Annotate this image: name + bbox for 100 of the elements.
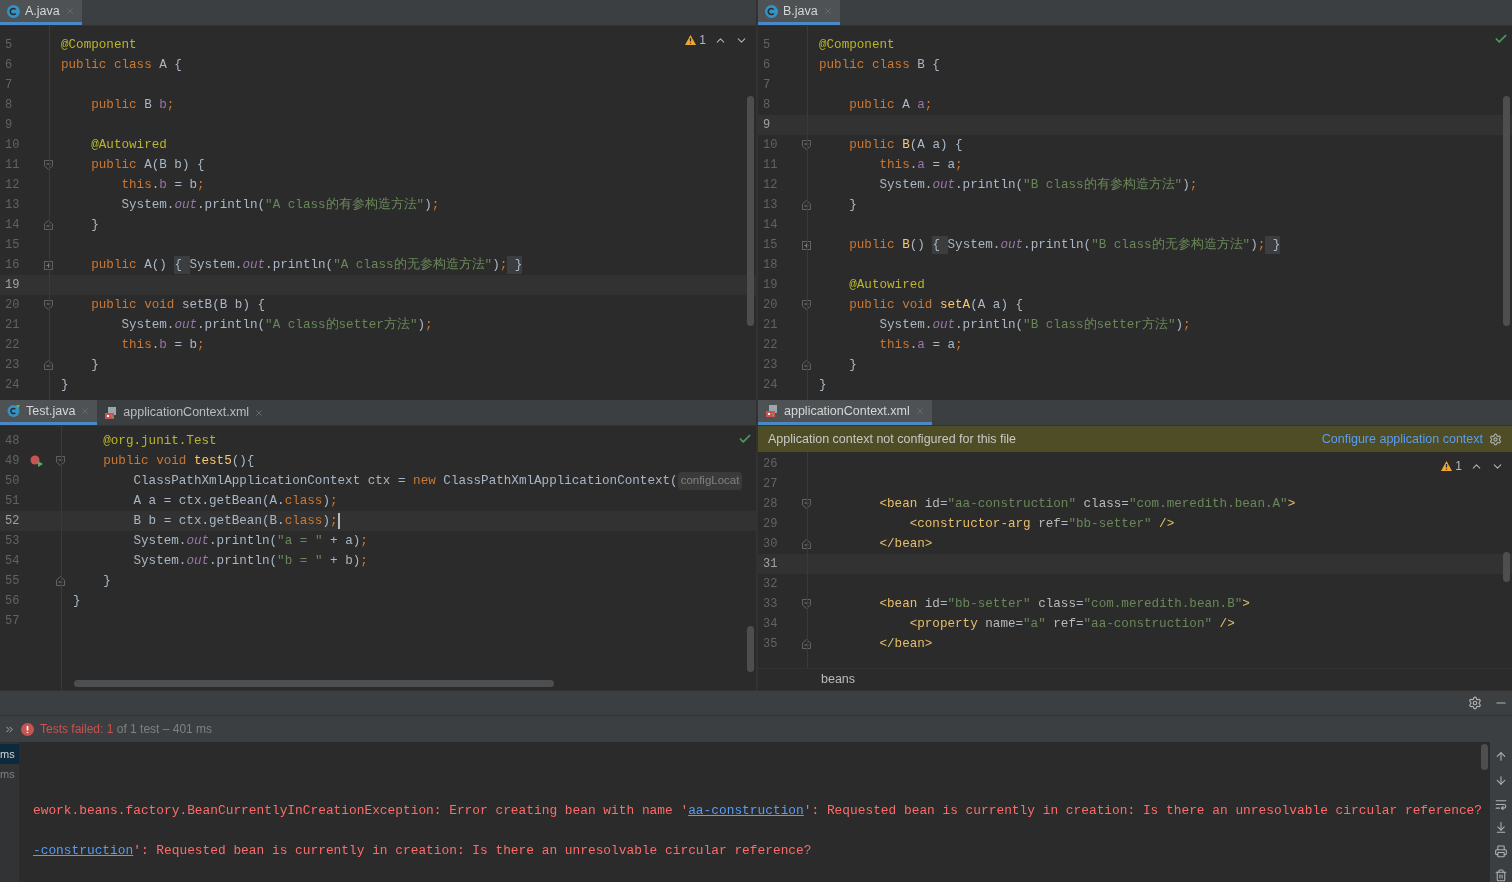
test-tree-item[interactable]: ms <box>0 744 19 764</box>
test-tree-item[interactable]: ms <box>0 764 19 784</box>
line-number: 20 <box>762 297 779 314</box>
fold-icon[interactable] <box>802 539 811 549</box>
fold-icon[interactable] <box>56 456 65 466</box>
scrollbar-thumb[interactable] <box>747 96 754 326</box>
code-line: A a = ctx.getBean(A.class); <box>132 492 338 510</box>
breadcrumb[interactable]: beans <box>821 670 856 689</box>
code-line: } <box>848 196 857 214</box>
editor-tab[interactable]: B.java <box>758 0 840 25</box>
line-number: 33 <box>762 596 779 613</box>
fold-icon[interactable] <box>44 160 53 170</box>
editor-tab[interactable]: applicationContext.xml <box>97 400 272 425</box>
editor-tab[interactable]: Test.java <box>0 400 98 425</box>
code-line: this.b = b; <box>120 176 205 194</box>
line-number: 6 <box>4 57 14 74</box>
editor-tab[interactable]: applicationContext.xml <box>758 400 932 425</box>
warning-count[interactable]: 1 <box>1455 457 1462 475</box>
fold-icon[interactable] <box>44 360 53 370</box>
fold-icon[interactable] <box>44 300 53 310</box>
line-number: 19 <box>762 277 779 294</box>
print-icon[interactable] <box>1494 845 1508 859</box>
line-number: 9 <box>4 117 14 134</box>
line-number: 24 <box>762 377 779 394</box>
scrollbar-thumb[interactable] <box>1503 552 1510 582</box>
fold-icon[interactable] <box>802 140 811 150</box>
trash-icon[interactable] <box>1494 869 1508 882</box>
fold-icon[interactable] <box>802 599 811 609</box>
tab-label: Test.java <box>26 402 76 420</box>
settings-icon[interactable] <box>1489 432 1502 446</box>
settings-icon[interactable] <box>1468 696 1482 710</box>
line-number: 8 <box>4 97 14 114</box>
line-number: 12 <box>4 177 21 194</box>
expand-icon[interactable] <box>44 260 53 270</box>
code-line: public A(B b) { <box>90 156 205 174</box>
fold-icon[interactable] <box>56 576 65 586</box>
code-line: <property name="a" ref="aa-construction" /> <box>908 615 1235 633</box>
code-line: System.out.println("A class的有参构造方法"); <box>120 196 440 214</box>
scroll-to-end-icon[interactable] <box>1494 821 1508 835</box>
fold-icon[interactable] <box>802 300 811 310</box>
code-line: B b = ctx.getBean(B.class); <box>132 512 338 530</box>
run-test-failed-icon[interactable] <box>30 454 44 468</box>
line-number: 31 <box>762 556 779 573</box>
code-line: </bean> <box>878 635 933 653</box>
banner-text: Application context not configured for this file <box>768 430 1017 448</box>
next-icon[interactable] <box>1494 773 1508 787</box>
close-icon[interactable] <box>822 6 833 16</box>
line-number: 15 <box>4 237 21 254</box>
line-number: 16 <box>4 257 21 274</box>
line-number: 14 <box>762 217 779 234</box>
line-number: 29 <box>762 516 779 533</box>
console-line: ework.beans.factory.BeanCurrentlyInCreationException: Error creating bean with name 'aa-construction': Requested bean is currently in creation: Is there an unresolvable circular reference? <box>33 802 1484 820</box>
code-line: this.b = b; <box>120 336 205 354</box>
code-line: System.out.println("a = " + a); <box>132 532 368 550</box>
previous-icon[interactable] <box>1494 750 1508 763</box>
wrap-icon[interactable] <box>1494 797 1508 811</box>
close-icon[interactable] <box>80 406 91 416</box>
fold-icon[interactable] <box>802 360 811 370</box>
bean-link[interactable]: aa-construction <box>688 803 804 818</box>
code-line: public class A { <box>61 56 182 74</box>
code-line: } <box>90 216 99 234</box>
code-line: public B b; <box>90 96 175 114</box>
scrollbar-thumb[interactable] <box>74 680 554 687</box>
close-icon[interactable] <box>254 407 265 418</box>
line-number: 10 <box>762 137 779 154</box>
warning-icon[interactable] <box>685 35 697 45</box>
line-number: 5 <box>4 37 14 54</box>
scrollbar-thumb[interactable] <box>747 626 754 672</box>
fold-icon[interactable] <box>802 639 811 649</box>
line-number: 20 <box>4 297 21 314</box>
tab-label: applicationContext.xml <box>784 402 910 420</box>
close-icon[interactable] <box>914 406 925 416</box>
code-line: this.a = a; <box>878 156 963 174</box>
expand-icon[interactable] <box>802 240 811 250</box>
code-line: } <box>848 356 857 374</box>
scrollbar-thumb[interactable] <box>1481 744 1488 770</box>
line-number: 57 <box>4 613 21 630</box>
line-number: 21 <box>762 317 779 334</box>
test-class-icon <box>7 404 21 418</box>
code-line: } <box>819 376 827 394</box>
editor-tab[interactable]: A.java <box>0 0 82 25</box>
fold-icon[interactable] <box>802 200 811 210</box>
line-number: 15 <box>762 237 779 254</box>
warning-count[interactable]: 1 <box>699 31 706 49</box>
line-number: 18 <box>762 257 779 274</box>
fold-icon[interactable] <box>802 499 811 509</box>
code-line: System.out.println("B class的setter方法"); <box>878 316 1191 334</box>
line-number: 11 <box>762 157 779 174</box>
line-number: 22 <box>762 337 779 354</box>
fold-icon[interactable] <box>44 220 53 230</box>
close-icon[interactable] <box>64 6 75 16</box>
scrollbar-thumb[interactable] <box>1503 96 1510 326</box>
code-line: @Autowired <box>848 276 925 294</box>
warning-icon[interactable] <box>1441 461 1453 471</box>
bean-link[interactable]: -construction <box>33 843 134 858</box>
code-line: </bean> <box>878 535 933 553</box>
code-line: @Component <box>819 36 895 54</box>
text-caret <box>337 513 340 529</box>
configure-link[interactable]: Configure application context <box>1321 429 1483 449</box>
tab-label: A.java <box>25 2 60 20</box>
